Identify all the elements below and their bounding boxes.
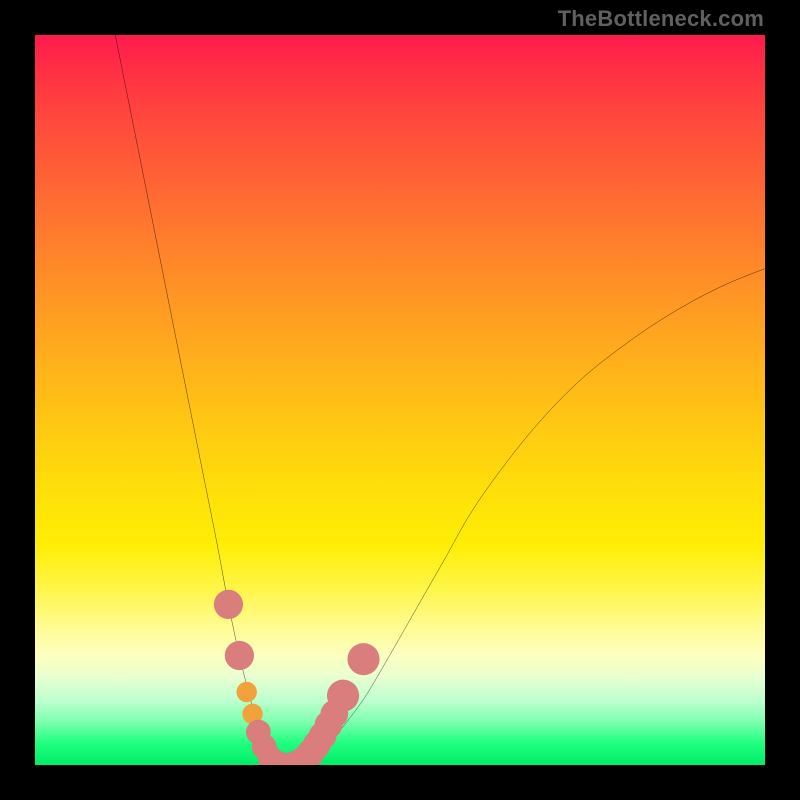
curve-marker [236, 682, 256, 702]
curve-marker [327, 680, 359, 712]
curve-marker [214, 590, 243, 619]
chart-frame: TheBottleneck.com [0, 0, 800, 800]
curve-marker [225, 641, 254, 670]
brand-watermark: TheBottleneck.com [558, 6, 764, 32]
curve-markers [214, 590, 380, 765]
plot-area [35, 35, 765, 765]
curve-marker [347, 643, 379, 675]
bottleneck-curve [115, 35, 765, 765]
curve-layer [35, 35, 765, 765]
